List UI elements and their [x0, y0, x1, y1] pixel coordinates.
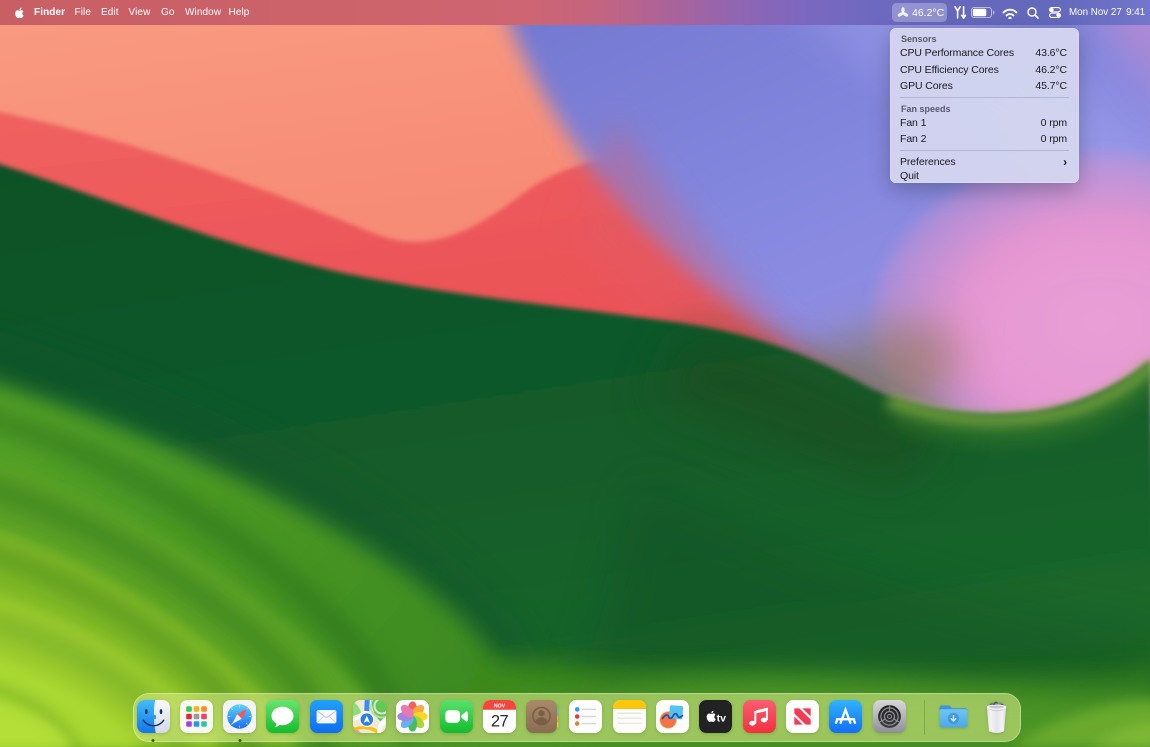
menu-window[interactable]: Window	[185, 0, 221, 25]
messages-icon	[266, 700, 299, 733]
menu-item-fan2[interactable]: Fan 2 0 rpm	[900, 133, 1067, 145]
sensor-dropdown-menu: Sensors CPU Performance Cores 43.6°C CPU…	[890, 28, 1079, 183]
dock-item-settings[interactable]	[873, 700, 906, 733]
tv-icon: tv	[699, 700, 732, 733]
menu-item-value: 0 rpm	[1041, 117, 1067, 129]
menu-view[interactable]: View	[129, 0, 151, 25]
calendar-month-label: NOV	[494, 703, 506, 709]
dock-item-appstore[interactable]	[829, 700, 862, 733]
trash-icon	[980, 700, 1013, 733]
mail-icon	[310, 700, 343, 733]
dropdown-header-sensors: Sensors	[901, 34, 937, 44]
dock-separator	[924, 700, 925, 735]
dock-item-freeform[interactable]	[656, 700, 689, 733]
launchpad-icon	[180, 700, 213, 733]
menu-clock[interactable]: Mon Nov 27 9:41	[1069, 0, 1145, 25]
dock-item-finder[interactable]	[137, 700, 170, 733]
dock-item-calendar[interactable]: NOV 27	[483, 700, 516, 733]
menu-separator	[900, 97, 1069, 98]
notes-icon	[613, 700, 646, 733]
menu-item-label: Fan 2	[900, 133, 926, 145]
menu-separator	[900, 150, 1069, 151]
dock-item-contacts[interactable]	[526, 700, 559, 733]
menu-item-label: Fan 1	[900, 117, 926, 129]
menu-item-value: 46.2°C	[1035, 64, 1067, 76]
menu-go[interactable]: Go	[161, 0, 175, 25]
menu-item-label: CPU Performance Cores	[900, 47, 1014, 59]
dock-item-downloads[interactable]	[937, 700, 970, 733]
news-icon	[786, 700, 819, 733]
dock-item-tv[interactable]: tv	[699, 700, 732, 733]
running-indicator	[152, 739, 155, 742]
battery-icon[interactable]	[971, 7, 995, 18]
contacts-icon	[526, 700, 559, 733]
menu-item-gpu-cores[interactable]: GPU Cores 45.7°C	[900, 80, 1067, 92]
menu-item-label: GPU Cores	[900, 80, 953, 92]
control-center-icon[interactable]	[1049, 7, 1061, 18]
music-icon	[743, 700, 776, 733]
downloads-icon	[937, 700, 970, 733]
wifi-icon[interactable]	[1002, 8, 1018, 19]
finder-icon	[137, 700, 170, 733]
menu-item-quit[interactable]: Quit	[900, 170, 1067, 182]
menu-item-label: Preferences	[900, 156, 956, 169]
calendar-icon: NOV 27	[483, 700, 516, 733]
menu-item-label: CPU Efficiency Cores	[900, 64, 999, 76]
dock-item-safari[interactable]	[223, 700, 256, 733]
clock-date: Mon Nov 27	[1069, 7, 1122, 18]
facetime-icon	[440, 700, 473, 733]
menu-help[interactable]: Help	[229, 0, 250, 25]
running-indicator	[238, 739, 241, 742]
clock-time: 9:41	[1126, 7, 1145, 18]
menu-item-fan1[interactable]: Fan 1 0 rpm	[900, 117, 1067, 129]
menu-item-preferences[interactable]: Preferences ›	[900, 156, 1067, 169]
dock-item-news[interactable]	[786, 700, 819, 733]
menu-item-cpu-efficiency[interactable]: CPU Efficiency Cores 46.2°C	[900, 64, 1067, 76]
freeform-icon	[656, 700, 689, 733]
safari-icon	[223, 700, 256, 733]
dock-item-maps[interactable]	[353, 700, 386, 733]
svg-text:tv: tv	[717, 712, 726, 724]
menu-bar: Finder File Edit View Go Window Help 46.…	[0, 0, 1150, 25]
dock-item-launchpad[interactable]	[180, 700, 213, 733]
menu-finder[interactable]: Finder	[34, 0, 65, 25]
chevron-right-icon: ›	[1063, 155, 1067, 169]
dock-item-reminders[interactable]	[569, 700, 602, 733]
search-icon[interactable]	[1027, 7, 1039, 19]
dock-item-photos[interactable]	[396, 700, 429, 733]
menu-file[interactable]: File	[75, 0, 92, 25]
fan-icon	[897, 7, 909, 19]
dock: NOV 27	[133, 693, 1021, 743]
menu-item-value: 0 rpm	[1041, 133, 1067, 145]
menu-item-value: 45.7°C	[1035, 80, 1067, 92]
apple-icon[interactable]	[14, 7, 24, 19]
dock-item-facetime[interactable]	[440, 700, 473, 733]
dock-item-mail[interactable]	[310, 700, 343, 733]
dock-item-messages[interactable]	[266, 700, 299, 733]
maps-icon	[353, 700, 386, 733]
dock-item-notes[interactable]	[613, 700, 646, 733]
appstore-icon	[829, 700, 862, 733]
calendar-day-label: 27	[491, 713, 509, 731]
menu-item-label: Quit	[900, 170, 919, 182]
menu-item-cpu-performance[interactable]: CPU Performance Cores 43.6°C	[900, 47, 1067, 59]
menu-edit[interactable]: Edit	[101, 0, 119, 25]
temperature-status-item[interactable]: 46.2°C	[892, 3, 947, 22]
temperature-value: 46.2°C	[912, 7, 944, 19]
menu-item-value: 43.6°C	[1035, 47, 1067, 59]
photos-icon	[396, 700, 429, 733]
dropdown-header-fans: Fan speeds	[901, 104, 951, 114]
settings-icon	[873, 700, 906, 733]
sliders-icon[interactable]	[954, 6, 967, 19]
dock-item-trash[interactable]	[980, 700, 1013, 733]
reminders-icon	[569, 700, 602, 733]
dock-item-music[interactable]	[743, 700, 776, 733]
